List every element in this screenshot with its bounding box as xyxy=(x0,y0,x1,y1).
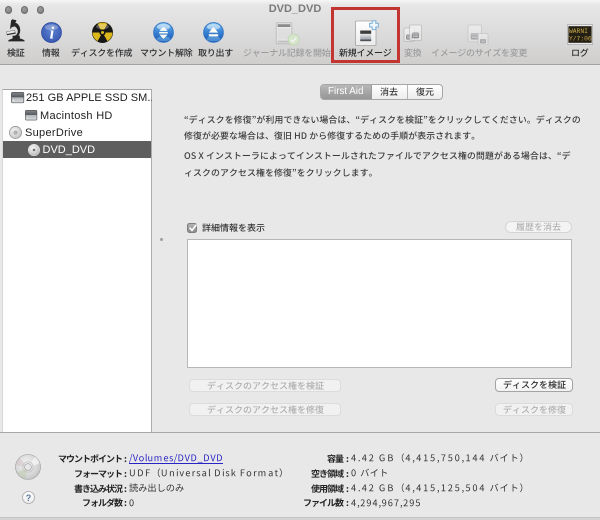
svg-text:i: i xyxy=(49,24,54,43)
svg-text:WARNI: WARNI xyxy=(569,28,588,35)
svg-text:Y/7:06: Y/7:06 xyxy=(569,36,592,43)
